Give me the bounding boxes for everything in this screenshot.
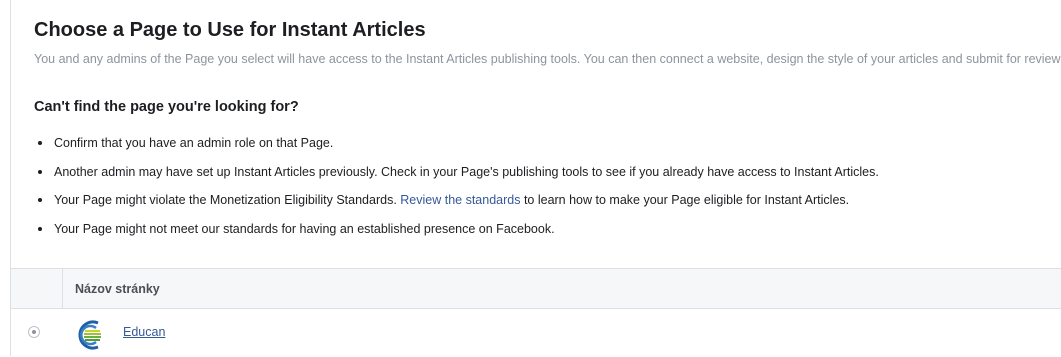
- help-item-monetization: Your Page might violate the Monetization…: [34, 192, 1061, 221]
- help-item-presence: Your Page might not meet our standards f…: [34, 221, 1061, 250]
- select-column-header: [11, 269, 63, 308]
- help-item-other-admin: Another admin may have set up Instant Ar…: [34, 164, 1061, 193]
- review-standards-link[interactable]: Review the standards: [400, 193, 520, 207]
- bullet-icon: [38, 141, 42, 145]
- column-header-page-name: Názov stránky: [75, 282, 160, 296]
- help-item-text-before: Your Page might violate the Monetization…: [54, 193, 401, 207]
- page-radio-button[interactable]: [28, 326, 40, 338]
- bullet-icon: [38, 169, 42, 174]
- educan-logo-icon: [78, 320, 101, 350]
- bullet-icon: [38, 198, 42, 202]
- help-item-text: Confirm that you have an admin role on t…: [54, 136, 334, 150]
- table-header: Názov stránky: [11, 269, 1061, 309]
- page-title: Choose a Page to Use for Instant Article…: [34, 19, 426, 41]
- bullet-icon: [38, 226, 42, 231]
- page-name-link[interactable]: Educan: [123, 325, 165, 339]
- help-item-text: Another admin may have set up Instant Ar…: [54, 164, 879, 179]
- help-item-text: Your Page might not meet our standards f…: [54, 221, 555, 236]
- help-item-text-after: to learn how to make your Page eligible …: [520, 193, 850, 207]
- help-item-admin-role: Confirm that you have an admin role on t…: [34, 135, 1061, 164]
- help-list: Confirm that you have an admin role on t…: [34, 135, 1061, 249]
- table-row[interactable]: Educan: [11, 309, 1061, 357]
- page-table: Názov stránky Educan: [11, 268, 1061, 357]
- help-subheading: Can't find the page you're looking for?: [34, 99, 299, 115]
- page-description: You and any admins of the Page you selec…: [34, 52, 1061, 66]
